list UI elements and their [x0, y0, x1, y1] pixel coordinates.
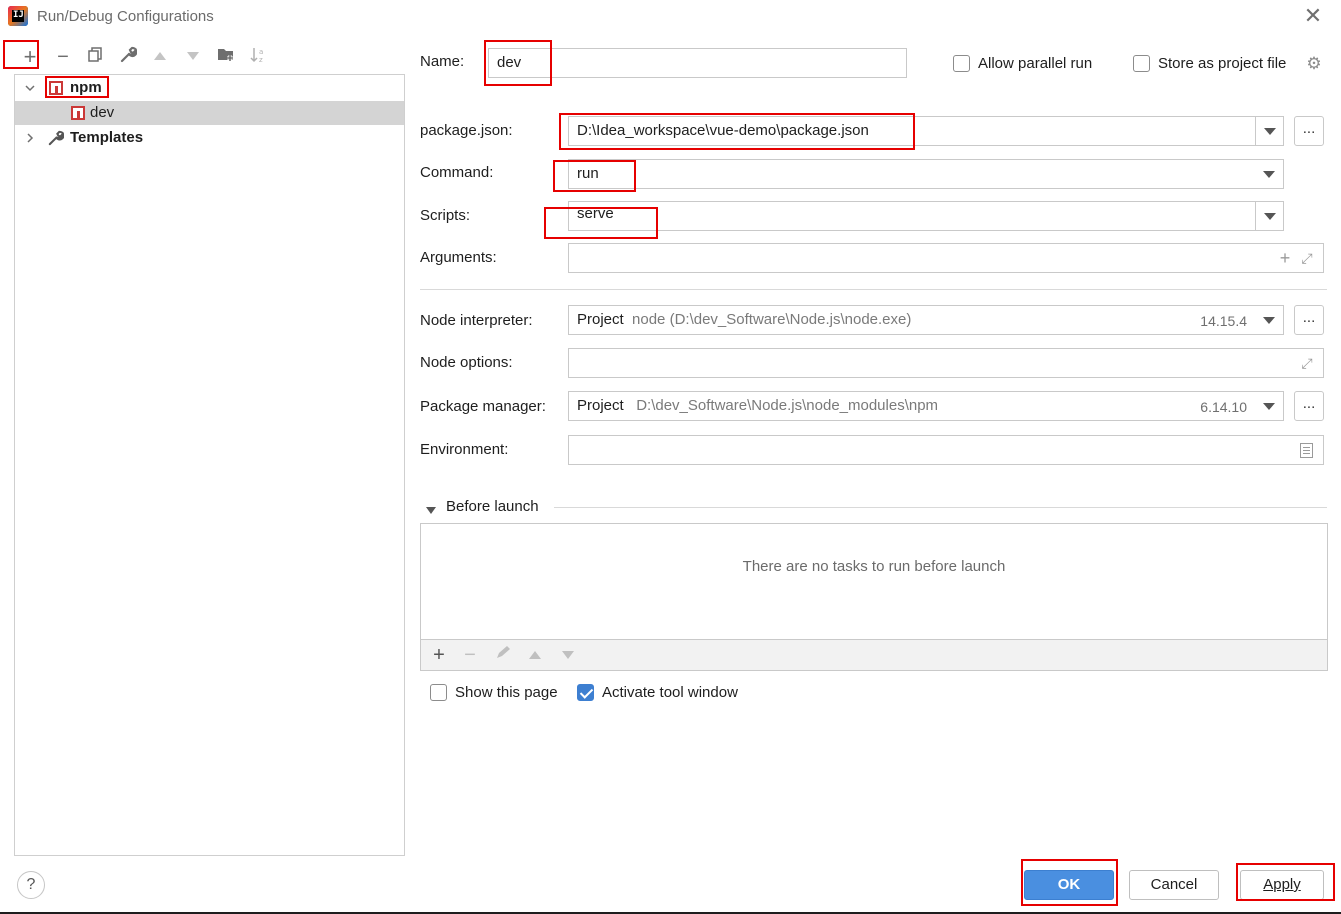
node-options-input[interactable]: ⤢	[568, 348, 1324, 378]
environment-label: Environment:	[420, 441, 509, 458]
window-title: Run/Debug Configurations	[37, 8, 214, 25]
browse-node-interpreter-button[interactable]: ...	[1294, 305, 1324, 335]
expand-icon[interactable]: ⤢	[1299, 250, 1315, 266]
node-interpreter-kind: Project	[577, 311, 624, 328]
move-up-button[interactable]	[149, 46, 171, 68]
remove-configuration-button[interactable]: −	[52, 46, 74, 68]
add-configuration-button[interactable]: +	[19, 46, 41, 68]
allow-parallel-run-label: Allow parallel run	[978, 55, 1093, 72]
package-manager-combo[interactable]: Project D:\dev_Software\Node.js\node_mod…	[568, 391, 1284, 421]
chevron-right-icon[interactable]	[24, 132, 36, 144]
title-bar: IJ Run/Debug Configurations ✕	[0, 0, 1341, 34]
configuration-tree[interactable]: npm dev Templates	[14, 74, 405, 856]
scripts-label: Scripts:	[420, 207, 471, 224]
node-interpreter-version: 14.15.4	[1200, 313, 1247, 329]
empty-tasks-text: There are no tasks to run before launch	[742, 558, 1006, 575]
tree-item-dev[interactable]: dev	[15, 101, 404, 125]
apply-button[interactable]: Apply	[1240, 870, 1324, 900]
pencil-icon	[497, 646, 510, 658]
remove-task-button[interactable]: −	[459, 644, 481, 666]
browse-package-json-button[interactable]: ...	[1294, 116, 1324, 146]
node-interpreter-combo[interactable]: Project node (D:\dev_Software\Node.js\no…	[568, 305, 1284, 335]
store-as-project-file-checkbox[interactable]	[1133, 55, 1150, 72]
wrench-icon	[120, 46, 138, 63]
command-label: Command:	[420, 164, 494, 181]
move-down-button[interactable]	[182, 46, 204, 68]
svg-text:a: a	[259, 48, 263, 56]
store-as-project-file-label: Store as project file	[1158, 55, 1287, 72]
name-label: Name:	[420, 53, 465, 70]
tree-item-npm[interactable]: npm	[15, 76, 404, 100]
activate-tool-window-checkbox[interactable]	[577, 684, 594, 701]
package-manager-version: 6.14.10	[1200, 399, 1247, 415]
npm-icon	[49, 81, 63, 95]
command-combo[interactable]: run	[568, 159, 1284, 189]
copy-configuration-button[interactable]	[84, 46, 106, 68]
move-task-up-button[interactable]	[524, 644, 546, 666]
edit-task-button[interactable]	[492, 644, 514, 666]
package-json-combo[interactable]: D:\Idea_workspace\vue-demo\package.json	[568, 116, 1284, 146]
tasks-toolbar: + −	[420, 640, 1328, 671]
collapse-triangle-icon[interactable]	[425, 503, 437, 520]
node-interpreter-path: node (D:\dev_Software\Node.js\node.exe)	[632, 311, 912, 328]
npm-icon	[71, 106, 85, 120]
dropdown-arrow-icon[interactable]	[1255, 392, 1283, 420]
expand-icon[interactable]: ⤢	[1299, 355, 1315, 371]
activate-tool-window-label: Activate tool window	[602, 684, 738, 701]
name-input[interactable]: dev	[488, 48, 907, 78]
edit-environment-icon[interactable]	[1300, 443, 1313, 458]
help-button[interactable]: ?	[17, 871, 45, 899]
gear-icon[interactable]: ⚙	[1305, 55, 1323, 73]
environment-input[interactable]	[568, 435, 1324, 465]
before-launch-title[interactable]: Before launch	[446, 498, 539, 515]
tree-label-dev: dev	[90, 104, 115, 121]
before-launch-tasks-list[interactable]: There are no tasks to run before launch	[420, 523, 1328, 640]
arrow-down-icon	[187, 52, 199, 60]
arguments-input[interactable]: + ⤢	[568, 243, 1324, 273]
package-manager-path: D:\dev_Software\Node.js\node_modules\npm	[636, 397, 939, 414]
node-interpreter-label: Node interpreter:	[420, 312, 533, 329]
sort-button[interactable]: az	[247, 46, 269, 68]
close-icon[interactable]: ✕	[1300, 4, 1326, 30]
show-this-page-checkbox[interactable]	[430, 684, 447, 701]
arrow-up-icon	[154, 52, 166, 60]
chevron-down-icon[interactable]	[24, 82, 36, 94]
cancel-button[interactable]: Cancel	[1129, 870, 1219, 900]
node-options-label: Node options:	[420, 354, 513, 371]
new-folder-button[interactable]	[215, 46, 237, 68]
section-divider	[420, 289, 1327, 290]
allow-parallel-run-checkbox[interactable]	[953, 55, 970, 72]
move-task-down-button[interactable]	[557, 644, 579, 666]
dropdown-arrow-icon[interactable]	[1255, 160, 1283, 188]
tree-item-templates[interactable]: Templates	[15, 126, 404, 150]
scripts-combo[interactable]: serve	[568, 201, 1284, 231]
intellij-logo-icon: IJ	[8, 6, 28, 26]
arrow-down-icon	[562, 651, 574, 659]
arrow-up-icon	[529, 651, 541, 659]
package-manager-label: Package manager:	[420, 398, 546, 415]
package-manager-kind: Project	[577, 397, 624, 414]
arguments-label: Arguments:	[420, 249, 497, 266]
copy-icon	[88, 47, 102, 62]
dropdown-arrow-icon[interactable]	[1255, 202, 1283, 230]
dropdown-arrow-icon[interactable]	[1255, 306, 1283, 334]
sort-alpha-icon: az	[250, 48, 263, 64]
insert-macro-icon[interactable]: +	[1277, 248, 1293, 268]
dropdown-arrow-icon[interactable]	[1255, 117, 1283, 145]
wrench-icon	[47, 130, 65, 151]
folder-add-icon	[218, 49, 233, 61]
tree-label-templates: Templates	[70, 129, 144, 146]
browse-package-manager-button[interactable]: ...	[1294, 391, 1324, 421]
package-json-label: package.json:	[420, 122, 513, 139]
show-this-page-label: Show this page	[455, 684, 558, 701]
ok-button[interactable]: OK	[1024, 870, 1114, 900]
tree-label-npm: npm	[70, 79, 102, 96]
add-task-button[interactable]: +	[428, 644, 450, 666]
before-launch-divider	[554, 507, 1327, 508]
edit-templates-button[interactable]	[117, 46, 139, 68]
svg-text:z: z	[259, 56, 263, 64]
